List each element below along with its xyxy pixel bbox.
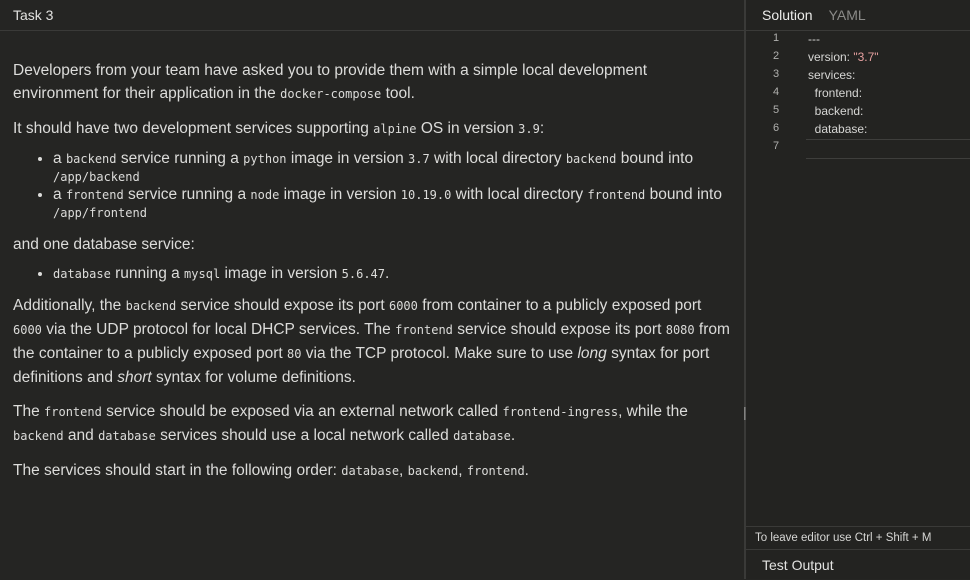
code-text: backend: <box>808 104 864 118</box>
paragraph-order: The services should start in the followi… <box>13 462 529 479</box>
editor-panel: Solution YAML 1 --- 2 version: "3.7" 3 s… <box>746 0 970 579</box>
paragraph-services: It should have two development services … <box>13 120 545 137</box>
paragraph-ports: Additionally, the backend service should… <box>13 297 730 386</box>
editor-tabs: Solution YAML <box>746 0 970 31</box>
line-number: 6 <box>772 122 780 134</box>
service-list: a backend service running a python image… <box>13 150 732 222</box>
code-text: services: <box>808 68 856 82</box>
line-number: 1 <box>772 32 780 44</box>
editor-hint: To leave editor use Ctrl + Shift + M <box>746 526 970 548</box>
tab-yaml[interactable]: YAML <box>829 7 866 23</box>
code-text: --- <box>808 32 820 46</box>
database-list: database running a mysql image in versio… <box>13 265 732 283</box>
code-line: 3 services: <box>746 68 970 86</box>
paragraph-database: and one database service: <box>13 236 195 253</box>
line-number: 3 <box>772 68 780 80</box>
code-text: version: "3.7" <box>808 50 879 64</box>
list-item-backend: a backend service running a python image… <box>53 150 732 186</box>
line-number: 7 <box>772 140 780 152</box>
paragraph-networks: The frontend service should be exposed v… <box>13 403 688 444</box>
code-line: 1 --- <box>746 32 970 50</box>
task-panel: Task 3 Developers from your team have as… <box>0 0 745 579</box>
task-description: Developers from your team have asked you… <box>0 59 745 483</box>
code-line: 4 frontend: <box>746 86 970 104</box>
list-item-frontend: a frontend service running a node image … <box>53 186 732 222</box>
code-editor[interactable]: 1 --- 2 version: "3.7" 3 services: 4 fro… <box>746 30 970 526</box>
tab-solution[interactable]: Solution <box>762 7 813 23</box>
list-item-database: database running a mysql image in versio… <box>53 265 732 283</box>
code-line: 7 <box>746 140 970 158</box>
line-number: 4 <box>772 86 780 98</box>
code-text: database: <box>808 122 868 136</box>
task-header: Task 3 <box>0 0 745 31</box>
code-line: 6 database: <box>746 122 970 140</box>
code-line: 2 version: "3.7" <box>746 50 970 68</box>
line-number: 5 <box>772 104 780 116</box>
test-output-tab[interactable]: Test Output <box>746 549 970 579</box>
code-line: 5 backend: <box>746 104 970 122</box>
line-number: 2 <box>772 50 780 62</box>
task-title: Task 3 <box>13 7 54 23</box>
paragraph-intro: Developers from your team have asked you… <box>13 62 648 102</box>
code-text: frontend: <box>808 86 863 100</box>
